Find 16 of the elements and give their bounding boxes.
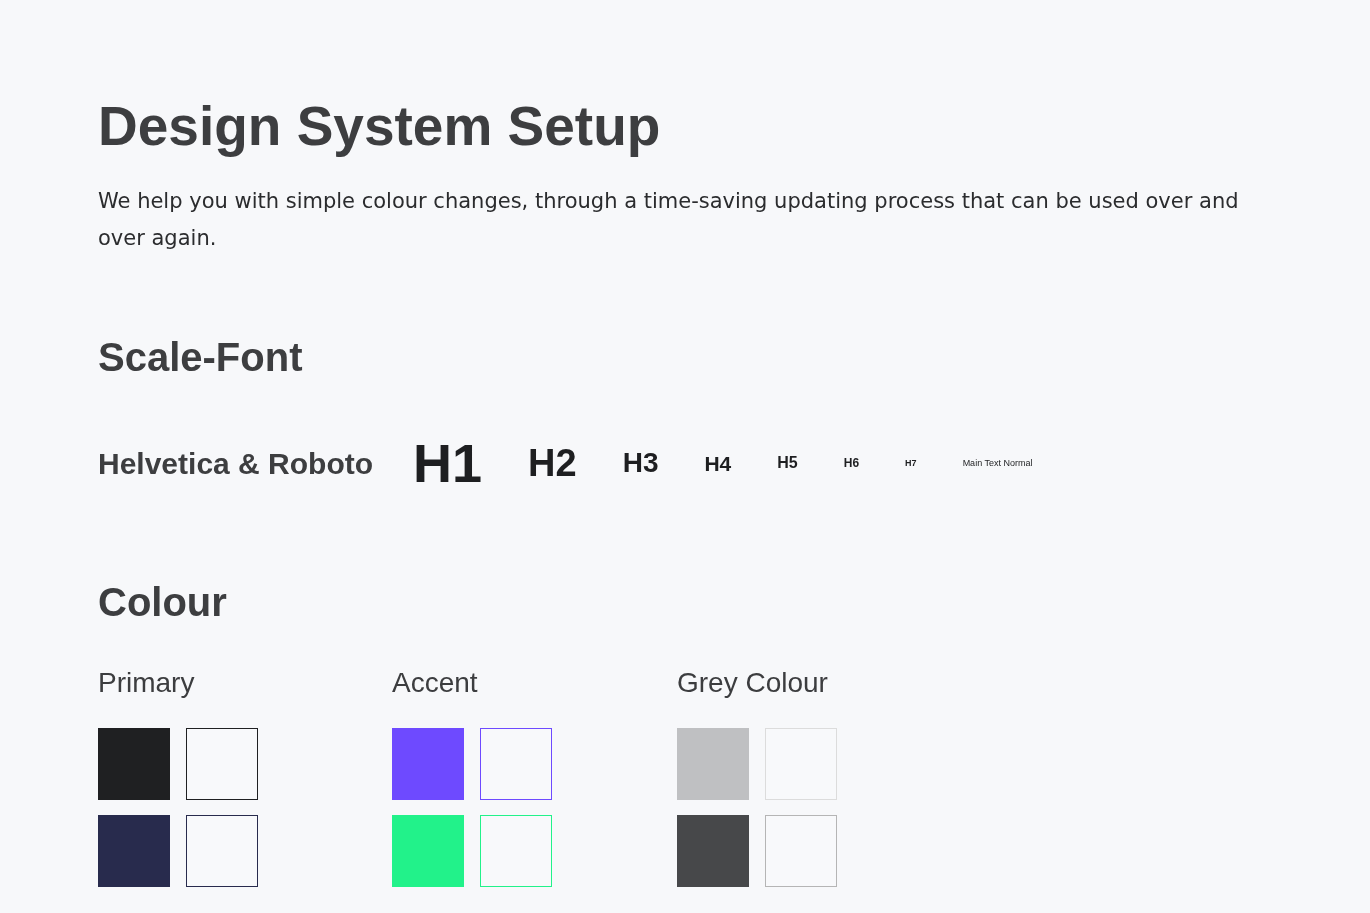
section-heading: Colour [98, 578, 228, 626]
type-sample: H5 [777, 453, 798, 474]
colour-group-label: Grey Colour [677, 665, 829, 700]
intro-paragraph: We help you with simple colour changes, through a time-saving updating process that can be used over and over again. [98, 187, 1240, 252]
type-sample: H6 [843, 455, 860, 473]
type-sample: H1 [413, 431, 483, 495]
section-heading: Scale-Font [98, 333, 304, 381]
page-title: Design System Setup [98, 94, 662, 159]
colour-group-label: Primary [98, 665, 196, 700]
type-sample: H2 [528, 440, 577, 486]
colour-group-label: Accent [392, 665, 479, 700]
type-sample: Main Text Normal [962, 456, 1033, 470]
type-sample: H7 [905, 456, 917, 470]
font-family-label: Helvetica & Roboto [98, 445, 374, 482]
type-sample: H3 [622, 446, 659, 481]
type-sample: H4 [704, 450, 732, 477]
